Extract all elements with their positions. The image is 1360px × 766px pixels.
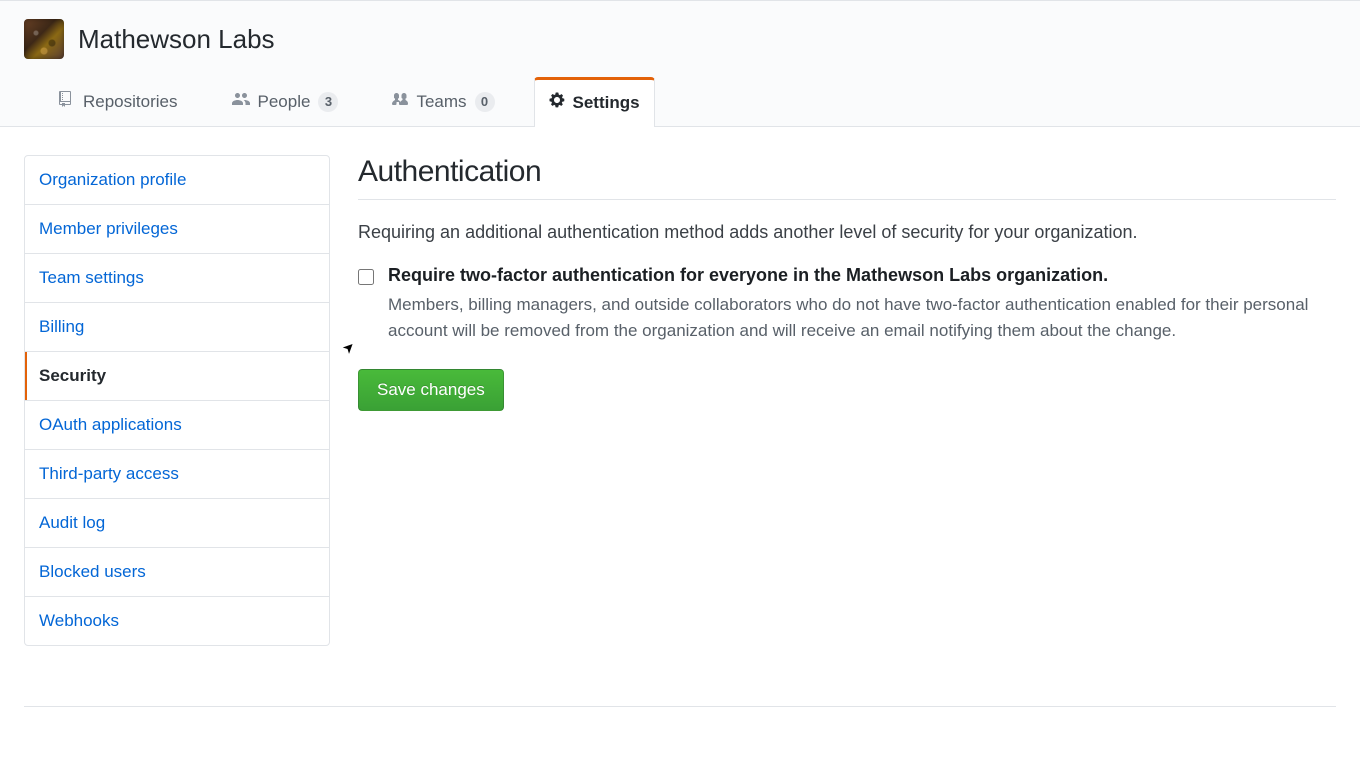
org-avatar[interactable]	[24, 19, 64, 59]
tab-settings[interactable]: Settings	[534, 77, 655, 127]
people-icon	[232, 91, 250, 112]
sidebar-item-third-party-access[interactable]: Third-party access	[25, 450, 329, 499]
two-factor-option: Require two-factor authentication for ev…	[358, 265, 1336, 345]
org-header: Mathewson Labs Repositories People 3	[0, 0, 1360, 127]
sidebar-item-webhooks[interactable]: Webhooks	[25, 597, 329, 645]
gear-icon	[549, 92, 565, 113]
content: Organization profile Member privileges T…	[0, 127, 1360, 686]
page-title: Authentication	[358, 155, 1336, 200]
sidebar-item-audit-log[interactable]: Audit log	[25, 499, 329, 548]
org-name[interactable]: Mathewson Labs	[78, 24, 275, 55]
sidebar-item-team-settings[interactable]: Team settings	[25, 254, 329, 303]
sidebar-item-blocked-users[interactable]: Blocked users	[25, 548, 329, 597]
tab-teams[interactable]: Teams 0	[377, 78, 509, 126]
footer-divider	[24, 706, 1336, 707]
sidebar-item-member-privileges[interactable]: Member privileges	[25, 205, 329, 254]
tab-people[interactable]: People 3	[217, 78, 354, 126]
tab-label: Repositories	[83, 92, 178, 112]
page-lead: Requiring an additional authentication m…	[358, 222, 1336, 243]
main-panel: Authentication Requiring an additional a…	[358, 155, 1336, 646]
teams-icon	[392, 91, 408, 112]
sidebar-item-oauth-applications[interactable]: OAuth applications	[25, 401, 329, 450]
tabs: Repositories People 3 Teams 0	[24, 77, 1336, 126]
tab-repositories[interactable]: Repositories	[44, 78, 193, 126]
people-count-badge: 3	[318, 92, 338, 112]
require-2fa-label[interactable]: Require two-factor authentication for ev…	[388, 265, 1336, 286]
require-2fa-description: Members, billing managers, and outside c…	[388, 292, 1336, 345]
tab-label: People	[258, 92, 311, 112]
tab-label: Teams	[416, 92, 466, 112]
teams-count-badge: 0	[475, 92, 495, 112]
save-changes-button[interactable]: Save changes	[358, 369, 504, 411]
sidebar-item-organization-profile[interactable]: Organization profile	[25, 156, 329, 205]
repo-icon	[59, 91, 75, 112]
settings-sidebar: Organization profile Member privileges T…	[24, 155, 330, 646]
sidebar-item-security[interactable]: Security	[25, 352, 329, 401]
page-root: Mathewson Labs Repositories People 3	[0, 0, 1360, 766]
require-2fa-checkbox[interactable]	[358, 269, 374, 285]
sidebar-item-billing[interactable]: Billing	[25, 303, 329, 352]
tab-label: Settings	[573, 93, 640, 113]
org-row: Mathewson Labs	[24, 19, 1336, 59]
